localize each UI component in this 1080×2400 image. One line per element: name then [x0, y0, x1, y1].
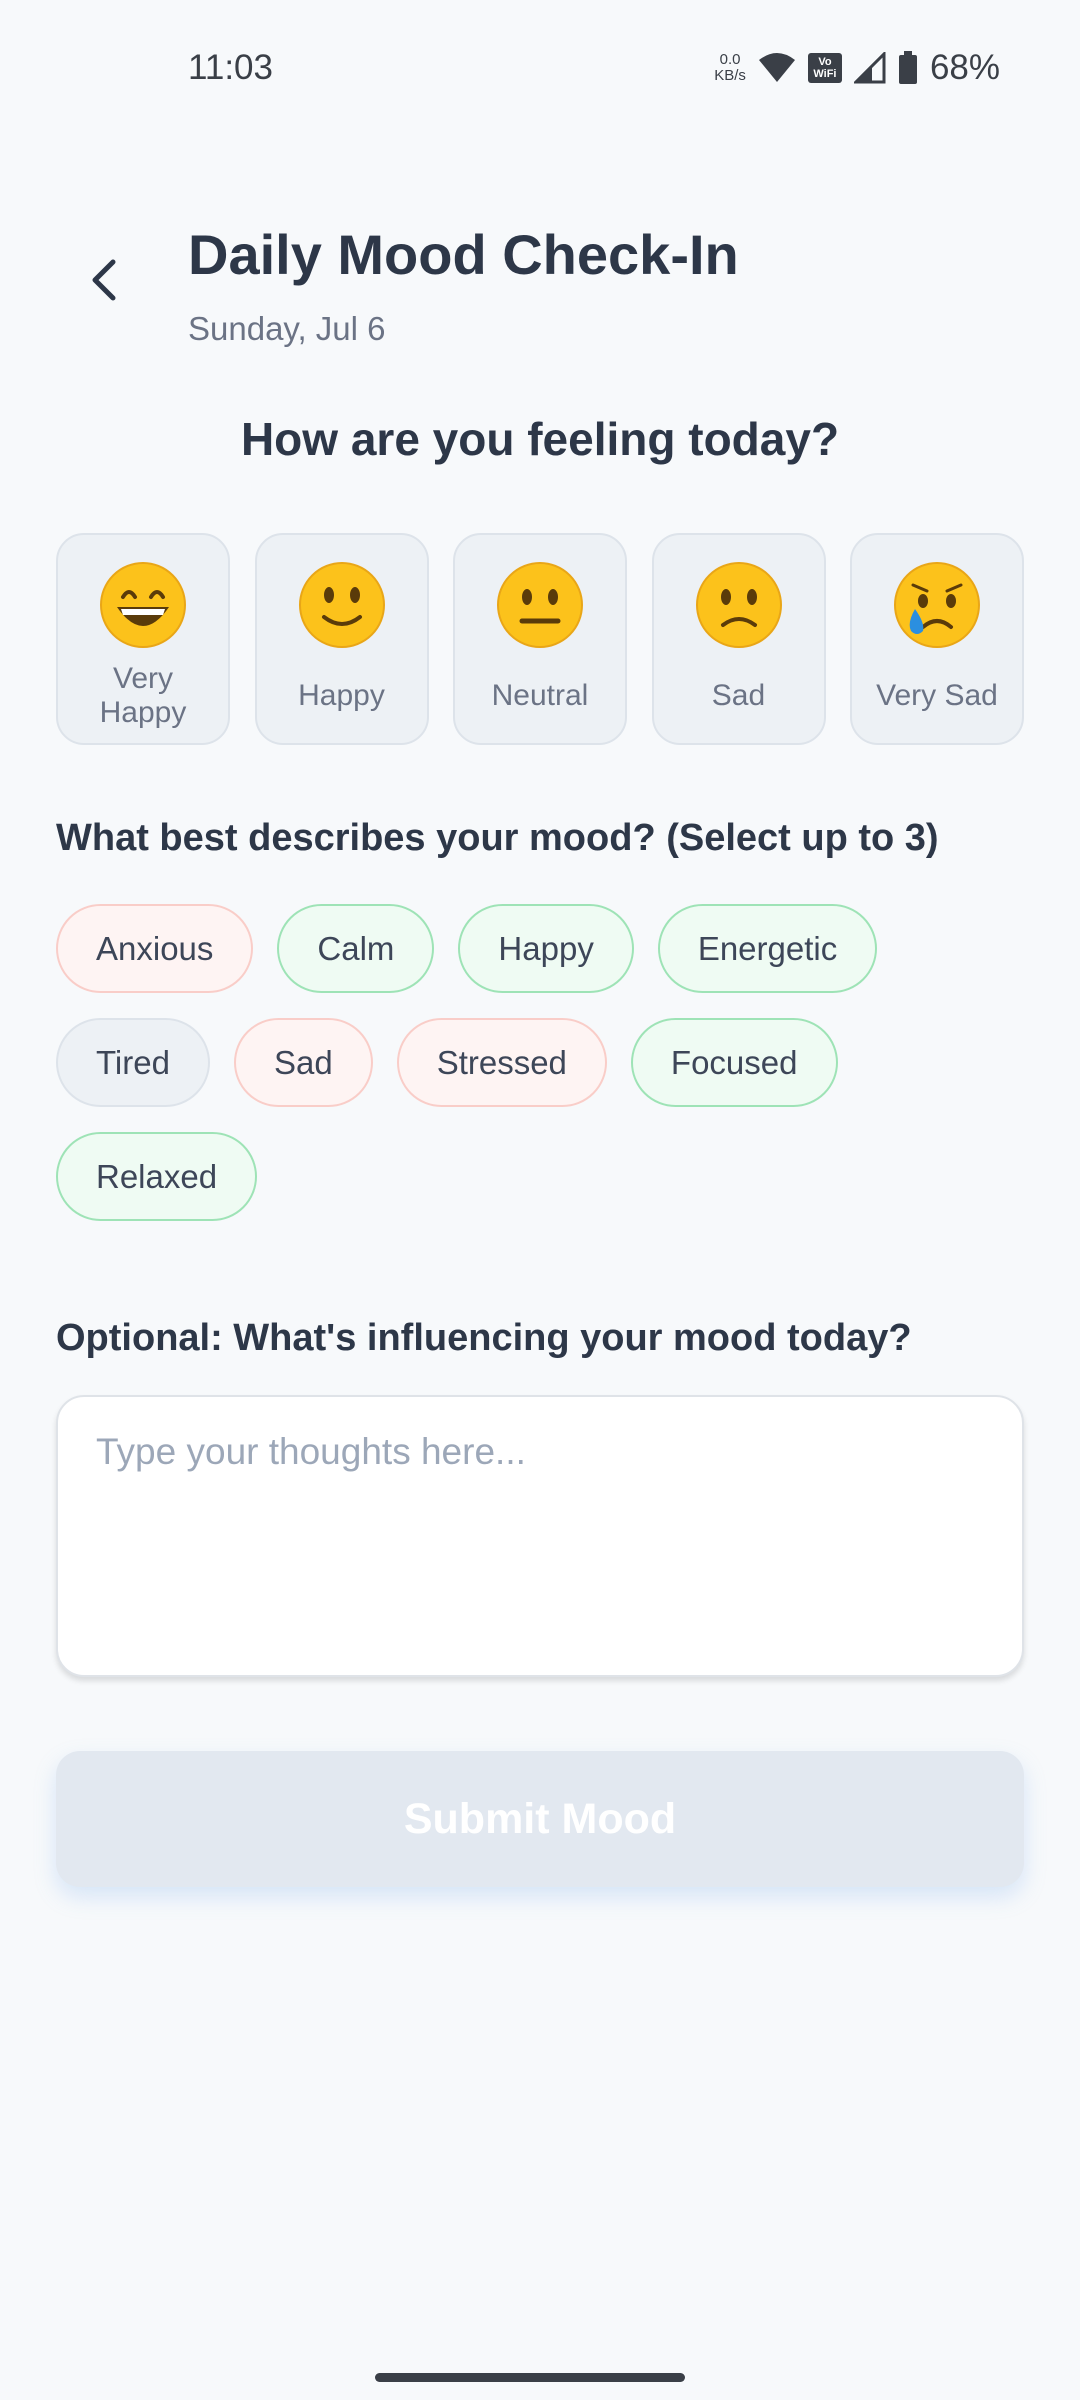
mood-label: Happy [298, 679, 385, 712]
cell-signal-icon [853, 52, 886, 84]
mood-options: Very Happy Happy Neutral Sad Very Sad [56, 533, 1024, 745]
battery-icon [898, 51, 917, 84]
tag-sad[interactable]: Sad [233, 1018, 373, 1107]
submit-mood-button[interactable]: Submit Mood [56, 1751, 1024, 1887]
mood-tags: Anxious Calm Happy Energetic Tired Sad S… [56, 904, 1024, 1221]
page-title: Daily Mood Check-In [188, 223, 739, 286]
mood-option-sad[interactable]: Sad [651, 533, 826, 745]
slightly-frowning-face-icon [695, 562, 782, 648]
vowifi-top-text: Vo [818, 56, 832, 68]
network-speed: 0.0 KB/s [714, 52, 746, 84]
mood-question: How are you feeling today? [240, 413, 840, 465]
mood-label: Sad [711, 679, 766, 712]
mood-option-very-sad[interactable]: Very Sad [850, 533, 1024, 745]
vowifi-bottom-text: WiFi [813, 68, 837, 80]
wifi-icon [758, 53, 795, 82]
tag-energetic[interactable]: Energetic [657, 904, 878, 993]
status-bar: 11:03 0.0 KB/s Vo WiFi 68% [0, 0, 1080, 135]
thoughts-input[interactable] [56, 1395, 1024, 1677]
status-time: 11:03 [188, 48, 273, 87]
slightly-smiling-face-icon [298, 562, 385, 648]
tag-anxious[interactable]: Anxious [56, 904, 254, 993]
neutral-face-icon [497, 562, 583, 648]
crying-face-icon [894, 562, 980, 648]
mood-label: Neutral [491, 679, 589, 712]
mood-option-happy[interactable]: Happy [254, 533, 429, 745]
page-date: Sunday, Jul 6 [188, 310, 386, 347]
mood-label: Very Happy [99, 662, 187, 729]
network-speed-unit: KB/s [714, 67, 746, 84]
tag-happy[interactable]: Happy [458, 904, 634, 993]
status-icons: 0.0 KB/s Vo WiFi 68% [714, 46, 1000, 90]
network-speed-value: 0.0 [719, 51, 741, 68]
mood-label: Very Sad [876, 679, 998, 712]
vowifi-icon: Vo WiFi [807, 53, 842, 83]
battery-percentage: 68% [929, 48, 1000, 87]
tag-focused[interactable]: Focused [630, 1018, 838, 1107]
chevron-left-icon [92, 259, 116, 301]
influence-label: Optional: What's influencing your mood t… [56, 1317, 912, 1359]
tag-relaxed[interactable]: Relaxed [56, 1132, 258, 1221]
home-indicator[interactable] [375, 2373, 685, 2382]
describe-mood-label: What best describes your mood? (Select u… [56, 817, 939, 859]
tag-calm[interactable]: Calm [277, 904, 435, 993]
mood-option-neutral[interactable]: Neutral [453, 533, 627, 745]
tag-stressed[interactable]: Stressed [396, 1018, 607, 1107]
back-button[interactable] [72, 244, 136, 316]
grinning-face-icon [100, 562, 186, 648]
tag-tired[interactable]: Tired [56, 1018, 210, 1107]
mood-option-very-happy[interactable]: Very Happy [56, 533, 230, 745]
